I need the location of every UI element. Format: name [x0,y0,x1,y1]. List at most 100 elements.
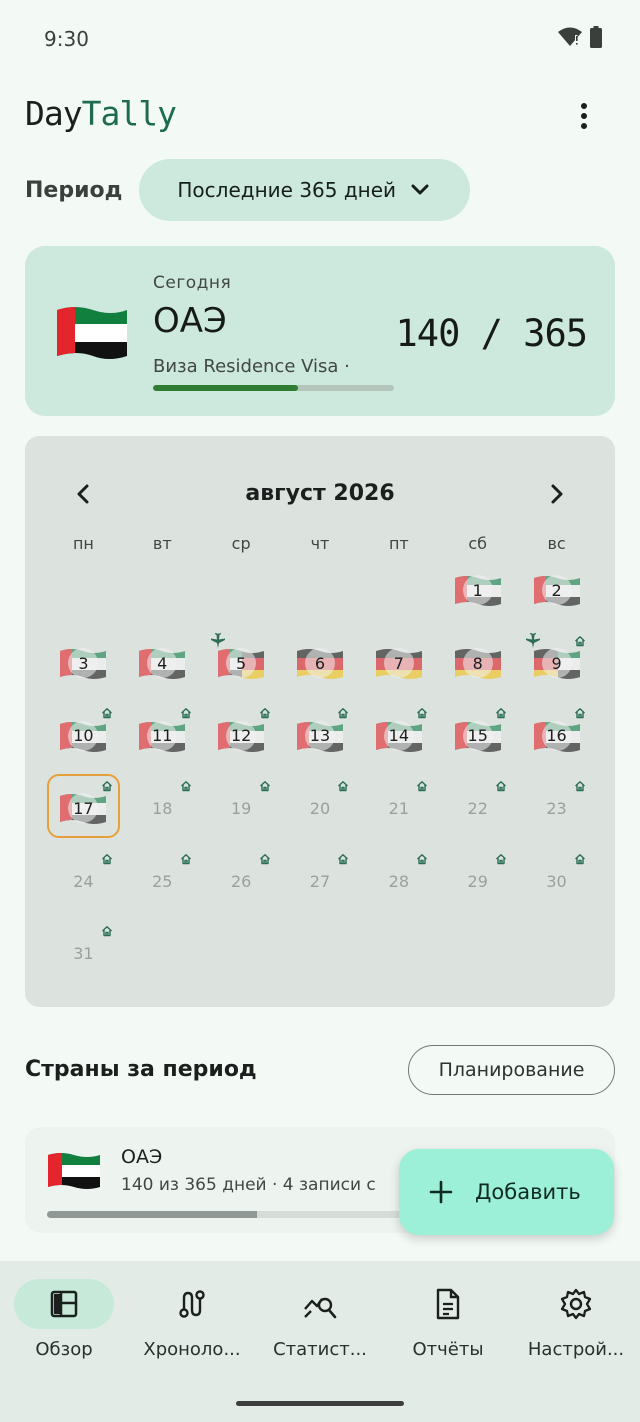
calendar-grid: 1 2 3 4 5 6 7 8 9 10 11 12 13 14 15 16 17 18 19 20 21 22 23 24 2… [44,554,596,990]
calendar-day-number: 15 [462,720,493,751]
chevron-right-icon[interactable] [543,480,571,508]
nav-item-settings[interactable]: Настрой... [512,1279,640,1360]
home-icon [101,781,112,792]
calendar-day[interactable]: 22 [438,772,517,845]
calendar-day[interactable]: 7 [359,627,438,700]
calendar-day[interactable]: 11 [123,699,202,772]
calendar-day-number: 6 [304,648,335,679]
calendar-day[interactable]: 10 [44,699,123,772]
wifi-icon [558,27,582,46]
status-bar: 9:30 [0,0,640,78]
home-icon [575,781,585,792]
calendar-day[interactable]: 30 [517,845,596,918]
calendar-day[interactable]: 19 [202,772,281,845]
calendar-day[interactable]: 8 [438,627,517,700]
calendar-day[interactable]: 23 [517,772,596,845]
calendar-day-number: 24 [73,871,94,891]
home-icon [496,781,507,792]
calendar-day[interactable]: 1 [438,554,517,627]
home-icon [180,853,191,864]
gear-icon [560,1288,592,1320]
nav-label-settings: Настрой... [527,1339,625,1360]
calendar-day[interactable]: 5 [202,627,281,700]
weekday-label: пт [388,534,409,553]
nav-item-statistics[interactable]: Статист... [256,1279,384,1360]
nav-label-timeline: Хроноло... [143,1339,241,1360]
calendar-day-number: 12 [226,720,257,751]
calendar-day[interactable]: 18 [123,772,202,845]
calendar-day[interactable]: 17 [44,772,123,845]
more-menu-icon[interactable] [572,100,596,132]
today-label: Сегодня [153,273,232,293]
calendar-day-number: 7 [383,648,414,679]
calendar-day[interactable]: 27 [281,845,360,918]
calendar-day-number: 11 [147,720,178,751]
home-icon [101,926,112,937]
calendar-empty-cell [281,554,360,627]
calendar-day-number: 31 [73,944,94,964]
airplane-icon [210,632,225,648]
calendar-day[interactable]: 14 [359,699,438,772]
calendar-day-number: 9 [541,648,572,679]
nav-item-reports[interactable]: Отчёты [384,1279,512,1360]
home-icon [338,853,349,864]
app-title: DayTally [25,94,177,133]
weekday-label: вс [547,534,566,553]
add-fab[interactable]: Добавить [399,1149,614,1235]
calendar-day[interactable]: 26 [202,845,281,918]
home-icon [417,853,428,864]
calendar-day[interactable]: 20 [281,772,360,845]
weekday-label: вт [152,534,172,553]
chart-search-icon [304,1297,337,1319]
period-label: Период [25,177,123,203]
calendar: август 2026 пн вт ср чт пт сб вс 1 2 3 4 5 6 7 8 9 10 11… [25,436,615,1007]
dashboard-icon [50,1290,78,1318]
calendar-day[interactable]: 2 [517,554,596,627]
home-icon [101,853,112,864]
calendar-day[interactable]: 25 [123,845,202,918]
calendar-day-number: 27 [309,871,331,891]
calendar-day[interactable]: 9 [517,627,596,700]
calendar-day-number: 25 [152,871,173,891]
period-dropdown[interactable]: Последние 365 дней [139,159,471,221]
calendar-day[interactable]: 21 [359,772,438,845]
home-icon [101,708,112,719]
calendar-day-number: 28 [388,871,410,891]
calendar-day-number: 21 [388,798,410,818]
calendar-day-number: 5 [226,648,257,679]
nav-label-overview: Обзор [35,1339,93,1360]
planning-button[interactable]: Планирование [408,1045,615,1095]
calendar-empty-cell [202,554,281,627]
calendar-day-number: 29 [467,871,488,891]
countries-title: Страны за период [25,1057,257,1082]
calendar-day-number: 13 [304,720,335,751]
calendar-day[interactable]: 29 [438,845,517,918]
calendar-day[interactable]: 4 [123,627,202,700]
today-count: 140 / 365 [395,312,588,355]
calendar-day-number: 26 [230,871,252,891]
calendar-day[interactable]: 16 [517,699,596,772]
period-row: Период Последние 365 дней [25,159,471,221]
calendar-day[interactable]: 24 [44,845,123,918]
calendar-day[interactable]: 6 [281,627,360,700]
weekday-label: чт [310,534,330,553]
nav-item-overview[interactable]: Обзор [0,1279,128,1360]
calendar-day-number: 8 [462,648,493,679]
home-icon [496,708,507,719]
nav-item-timeline[interactable]: Хроноло... [128,1279,256,1360]
calendar-day[interactable]: 15 [438,699,517,772]
battery-icon [590,26,602,48]
calendar-empty-cell [123,554,202,627]
calendar-day[interactable]: 13 [281,699,360,772]
calendar-month: август 2026 [245,481,395,506]
home-icon [338,781,349,792]
today-card[interactable]: Сегодня ОАЭ Виза Residence Visa · 140 / … [25,246,615,416]
calendar-day[interactable]: 3 [44,627,123,700]
calendar-day[interactable]: 28 [359,845,438,918]
plus-icon [429,1180,453,1204]
calendar-day[interactable]: 31 [44,917,123,990]
calendar-day-number: 23 [546,798,567,818]
document-icon [436,1288,460,1320]
calendar-day[interactable]: 12 [202,699,281,772]
countries-header: Страны за период Планирование [25,1045,615,1097]
